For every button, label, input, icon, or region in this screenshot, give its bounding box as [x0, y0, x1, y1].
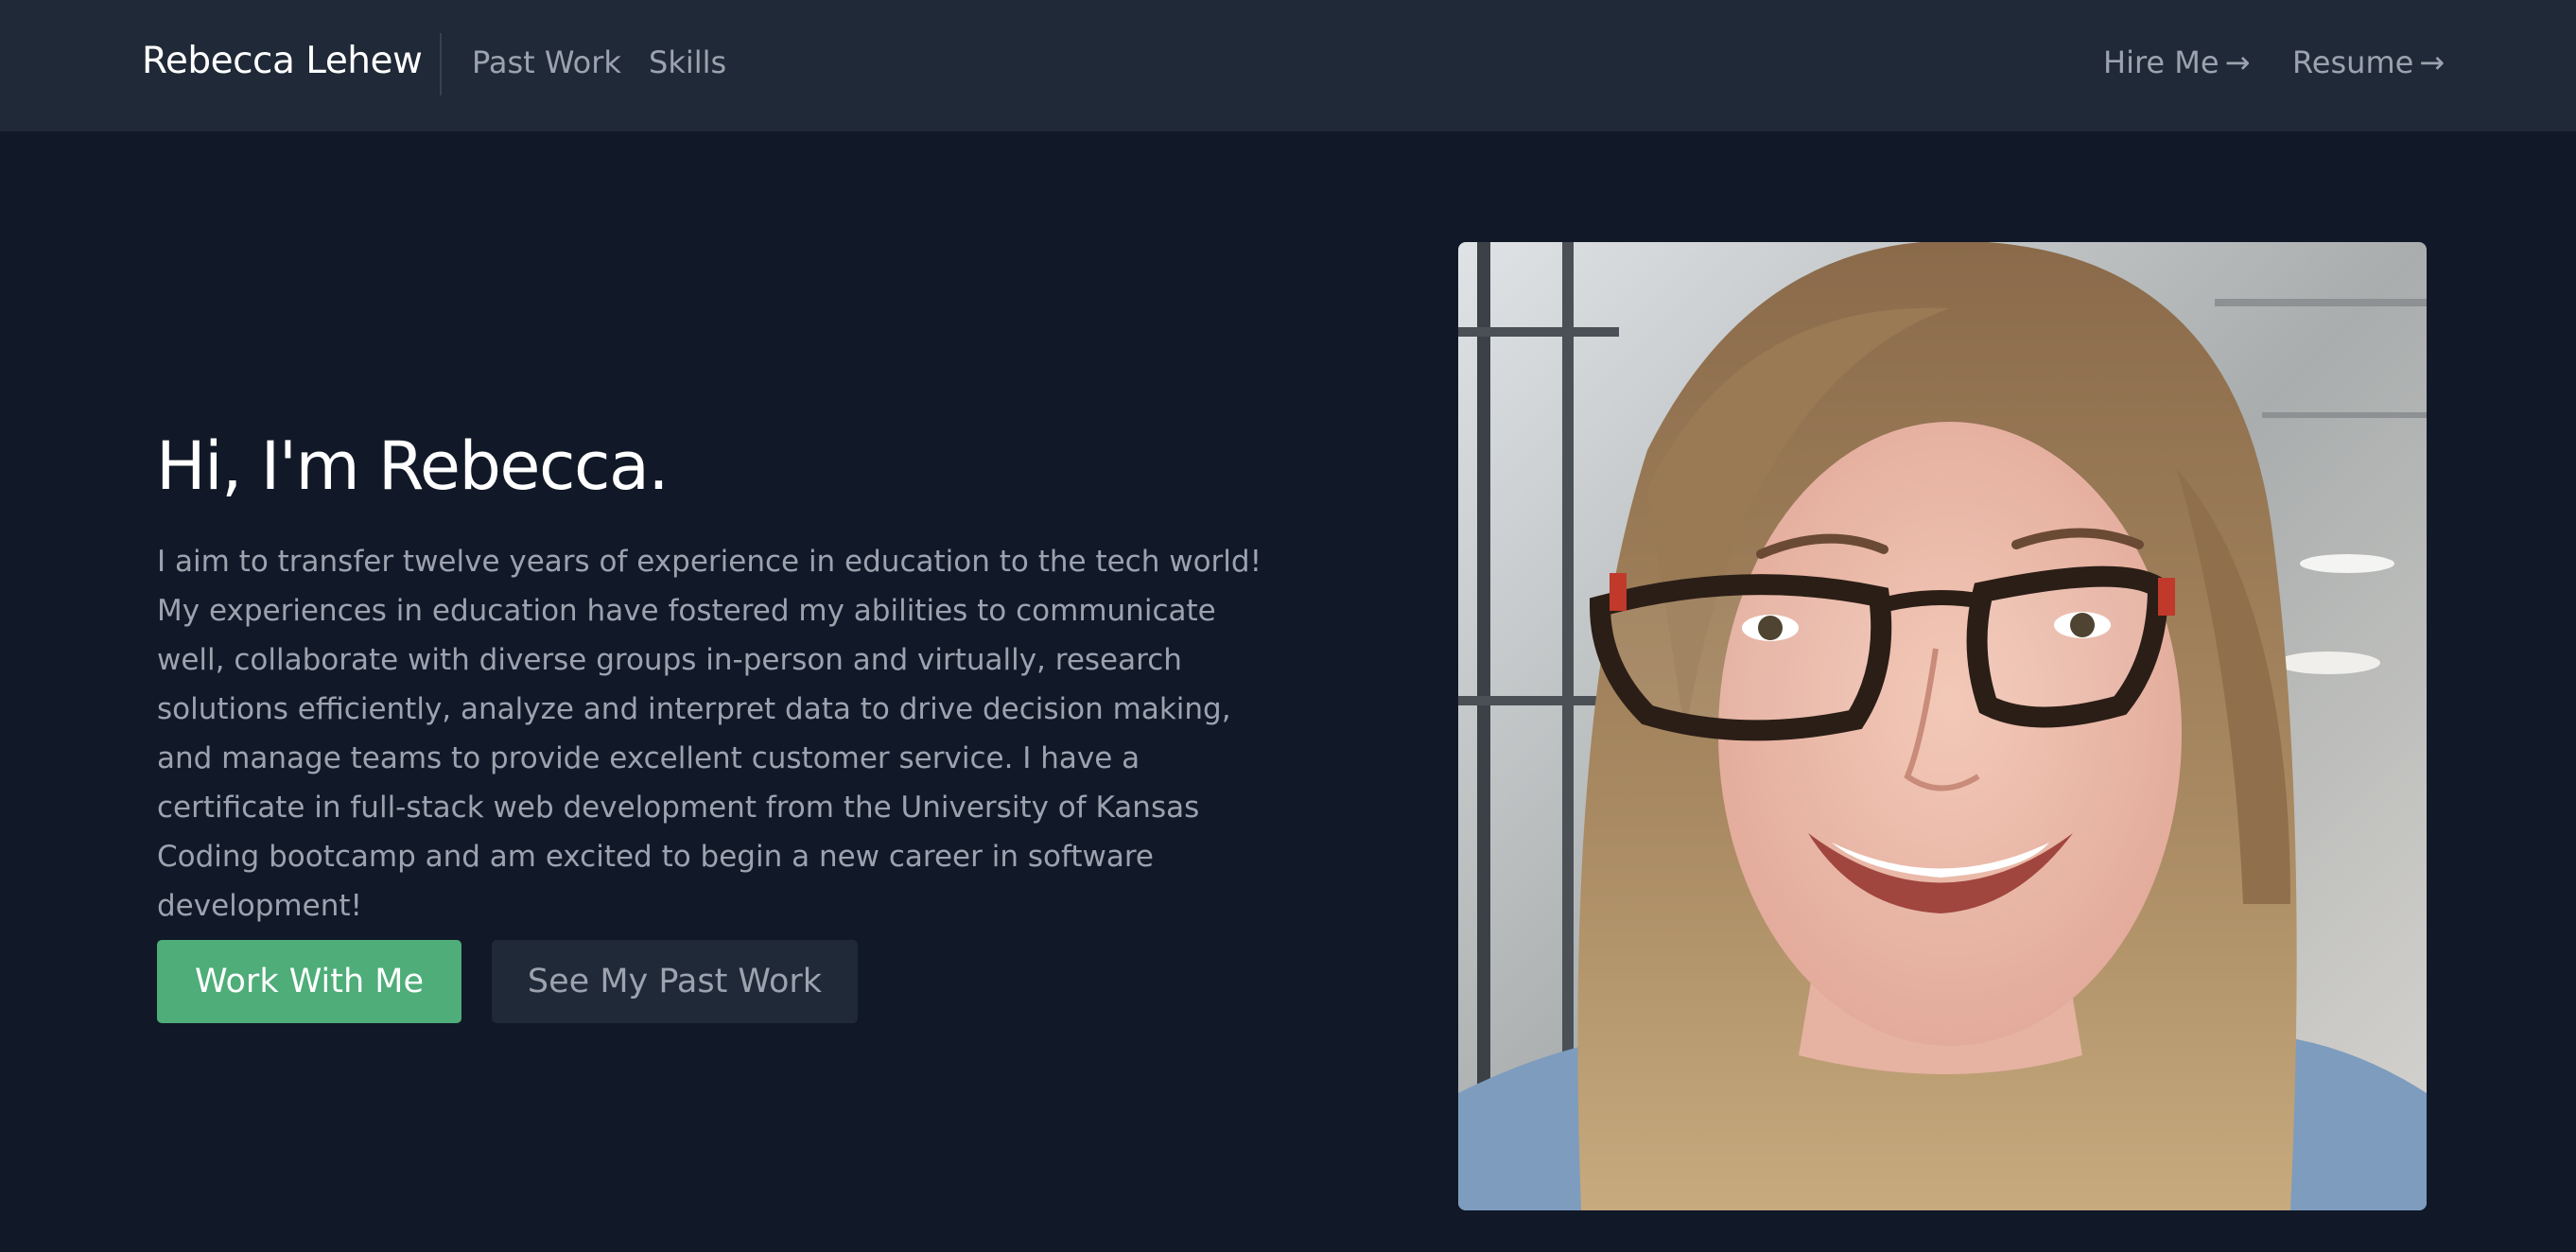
nav-link-skills[interactable]: Skills — [649, 44, 726, 80]
hire-me-link[interactable]: Hire Me → — [2103, 44, 2250, 80]
arrow-right-icon: → — [2224, 44, 2251, 80]
resume-link[interactable]: Resume → — [2292, 44, 2445, 80]
nav-link-past-work[interactable]: Past Work — [472, 44, 621, 80]
arrow-right-icon: → — [2419, 44, 2445, 80]
hero-description: I aim to transfer twelve years of experi… — [157, 545, 1262, 923]
brand-name[interactable]: Rebecca Lehew — [142, 40, 423, 82]
work-with-me-button[interactable]: Work With Me — [157, 940, 461, 1023]
nav-divider — [440, 33, 442, 96]
resume-label: Resume — [2292, 44, 2414, 80]
top-navbar: Rebecca Lehew Past Work Skills Hire Me → … — [0, 0, 2576, 131]
hero-title: Hi, I'm Rebecca. — [156, 427, 670, 505]
see-past-work-button[interactable]: See My Past Work — [492, 940, 858, 1023]
hire-me-label: Hire Me — [2103, 44, 2219, 80]
profile-photo — [1458, 242, 2427, 1210]
